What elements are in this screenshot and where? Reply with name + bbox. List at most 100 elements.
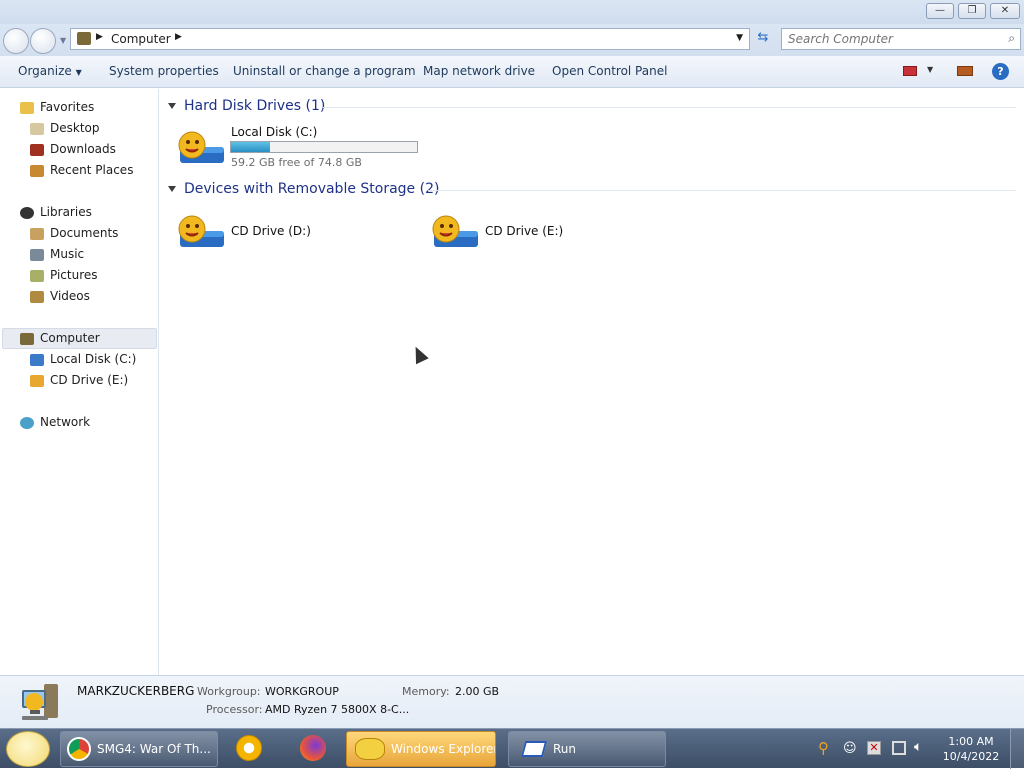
pictures-icon <box>30 269 44 282</box>
sidebar-item-documents[interactable]: Documents <box>30 223 118 243</box>
hard-drive-icon <box>30 353 44 366</box>
drive-usage-bar <box>230 141 418 153</box>
group-removable-storage[interactable]: Devices with Removable Storage (2) <box>168 181 439 197</box>
cd-drive-icon <box>432 215 478 247</box>
organize-button[interactable]: Organize ▼ <box>18 64 82 78</box>
breadcrumb-arrow-icon[interactable]: ▶ <box>96 32 103 42</box>
network-tray-icon[interactable] <box>892 741 906 755</box>
computer-icon <box>22 684 58 720</box>
documents-icon <box>30 227 44 240</box>
memory-label: Memory: <box>402 685 450 698</box>
sidebar-item-favorites[interactable]: Favorites <box>20 97 94 117</box>
taskbar-windows-explorer[interactable]: Windows Explorer <box>346 731 496 767</box>
processor-label: Processor: <box>206 703 263 716</box>
restore-button[interactable]: ❐ <box>958 3 986 19</box>
chevron-down-icon[interactable]: ▼ <box>927 65 933 74</box>
sidebar-item-pictures[interactable]: Pictures <box>30 265 98 285</box>
firefox-icon <box>300 735 326 761</box>
taskbar-run[interactable]: Run <box>508 731 666 767</box>
preview-pane-icon[interactable] <box>957 66 973 76</box>
app-icon <box>236 735 262 761</box>
sidebar-item-desktop[interactable]: Desktop <box>30 118 100 138</box>
clock-time: 1:00 AM <box>948 735 994 748</box>
recent-places-icon <box>30 164 44 177</box>
taskbar-chrome[interactable]: SMG4: War Of Th... <box>60 731 218 767</box>
explorer-window: — ❐ ✕ ▼ ▶ Computer ▶ ▼ ⇆ ⌕ Organize ▼ Sy… <box>0 0 1024 728</box>
clock[interactable]: 1:00 AM 10/4/2022 <box>940 734 1002 774</box>
details-pane: MARKZUCKERBERG Workgroup: WORKGROUP Memo… <box>0 675 1024 728</box>
drive-name[interactable]: CD Drive (E:) <box>485 224 563 238</box>
group-divider <box>428 190 1016 191</box>
refresh-icon[interactable]: ⇆ <box>752 30 774 50</box>
taskbar: SMG4: War Of Th... Windows Explorer Run … <box>0 728 1024 769</box>
drive-usage-fill <box>231 142 271 152</box>
sidebar-item-videos[interactable]: Videos <box>30 286 90 306</box>
sidebar-item-local-disk[interactable]: Local Disk (C:) <box>30 349 136 369</box>
computer-name: MARKZUCKERBERG <box>77 684 195 698</box>
breadcrumb-arrow-icon[interactable]: ▶ <box>175 32 182 42</box>
system-properties-button[interactable]: System properties <box>109 64 219 78</box>
help-icon[interactable]: ? <box>992 63 1009 80</box>
network-icon <box>20 416 34 429</box>
star-icon <box>20 101 34 114</box>
processor-value: AMD Ryzen 7 5800X 8-C... <box>265 703 410 716</box>
volume-icon[interactable]: 🔈︎ <box>914 739 922 779</box>
sidebar-item-libraries[interactable]: Libraries <box>20 202 92 222</box>
command-bar: Organize ▼ System properties Uninstall o… <box>0 56 1024 88</box>
breadcrumb-computer[interactable]: Computer <box>111 32 171 46</box>
address-bar[interactable]: ▶ Computer ▶ ▼ <box>70 28 750 50</box>
action-center-icon[interactable]: ✕ <box>867 741 881 755</box>
chevron-down-icon: ▼ <box>75 68 82 77</box>
show-desktop-button[interactable] <box>1010 729 1024 769</box>
cd-drive-icon <box>30 374 44 387</box>
uninstall-program-button[interactable]: Uninstall or change a program <box>233 64 416 78</box>
search-input[interactable] <box>788 31 998 47</box>
smiley-tray-icon[interactable]: ☺ <box>843 741 857 781</box>
computer-icon <box>20 332 34 345</box>
address-dropdown-icon[interactable]: ▼ <box>736 33 743 43</box>
content-pane: Hard Disk Drives (1) Local Disk (C:) 59.… <box>160 89 1024 675</box>
sidebar-item-music[interactable]: Music <box>30 244 84 264</box>
cd-drive-icon <box>178 215 224 247</box>
address-row: ▼ ▶ Computer ▶ ▼ ⇆ ⌕ <box>0 24 1024 56</box>
drive-free-space: 59.2 GB free of 74.8 GB <box>231 156 362 169</box>
drive-name[interactable]: Local Disk (C:) <box>231 125 317 139</box>
view-options-icon[interactable] <box>903 66 917 76</box>
explorer-icon <box>355 738 385 760</box>
back-button[interactable] <box>3 28 29 54</box>
downloads-icon <box>30 143 44 156</box>
sidebar-item-computer[interactable]: Computer <box>20 328 100 348</box>
close-button[interactable]: ✕ <box>990 3 1020 19</box>
collapse-icon[interactable] <box>168 186 176 192</box>
workgroup-value: WORKGROUP <box>265 685 339 698</box>
search-box[interactable]: ⌕ <box>781 28 1021 50</box>
forward-button[interactable] <box>30 28 56 54</box>
workgroup-label: Workgroup: <box>197 685 261 698</box>
navigation-pane: Favorites Desktop Downloads Recent Place… <box>0 89 159 675</box>
open-control-panel-button[interactable]: Open Control Panel <box>552 64 667 78</box>
sidebar-item-downloads[interactable]: Downloads <box>30 139 116 159</box>
recent-pages-icon[interactable]: ▼ <box>60 36 66 45</box>
sidebar-item-cd-drive[interactable]: CD Drive (E:) <box>30 370 128 390</box>
start-button[interactable] <box>6 731 50 767</box>
libraries-icon <box>20 206 34 219</box>
group-divider <box>323 107 1016 108</box>
sidebar-item-network[interactable]: Network <box>20 412 90 432</box>
collapse-icon[interactable] <box>168 103 176 109</box>
memory-value: 2.00 GB <box>455 685 500 698</box>
drive-name[interactable]: CD Drive (D:) <box>231 224 311 238</box>
taskbar-pinned-app[interactable] <box>222 731 280 767</box>
taskbar-firefox[interactable] <box>284 731 342 767</box>
desktop-icon <box>30 122 44 135</box>
map-network-drive-button[interactable]: Map network drive <box>423 64 535 78</box>
minimize-button[interactable]: — <box>926 3 954 19</box>
sidebar-item-recent-places[interactable]: Recent Places <box>30 160 133 180</box>
search-tray-icon[interactable]: ⚲ <box>818 739 829 779</box>
computer-icon <box>77 32 91 45</box>
hard-drive-icon <box>178 131 224 163</box>
search-icon[interactable]: ⌕ <box>1008 31 1015 46</box>
clock-date: 10/4/2022 <box>942 750 1000 763</box>
music-icon <box>30 248 44 261</box>
group-hard-disk-drives[interactable]: Hard Disk Drives (1) <box>168 98 325 114</box>
run-icon <box>520 741 548 757</box>
